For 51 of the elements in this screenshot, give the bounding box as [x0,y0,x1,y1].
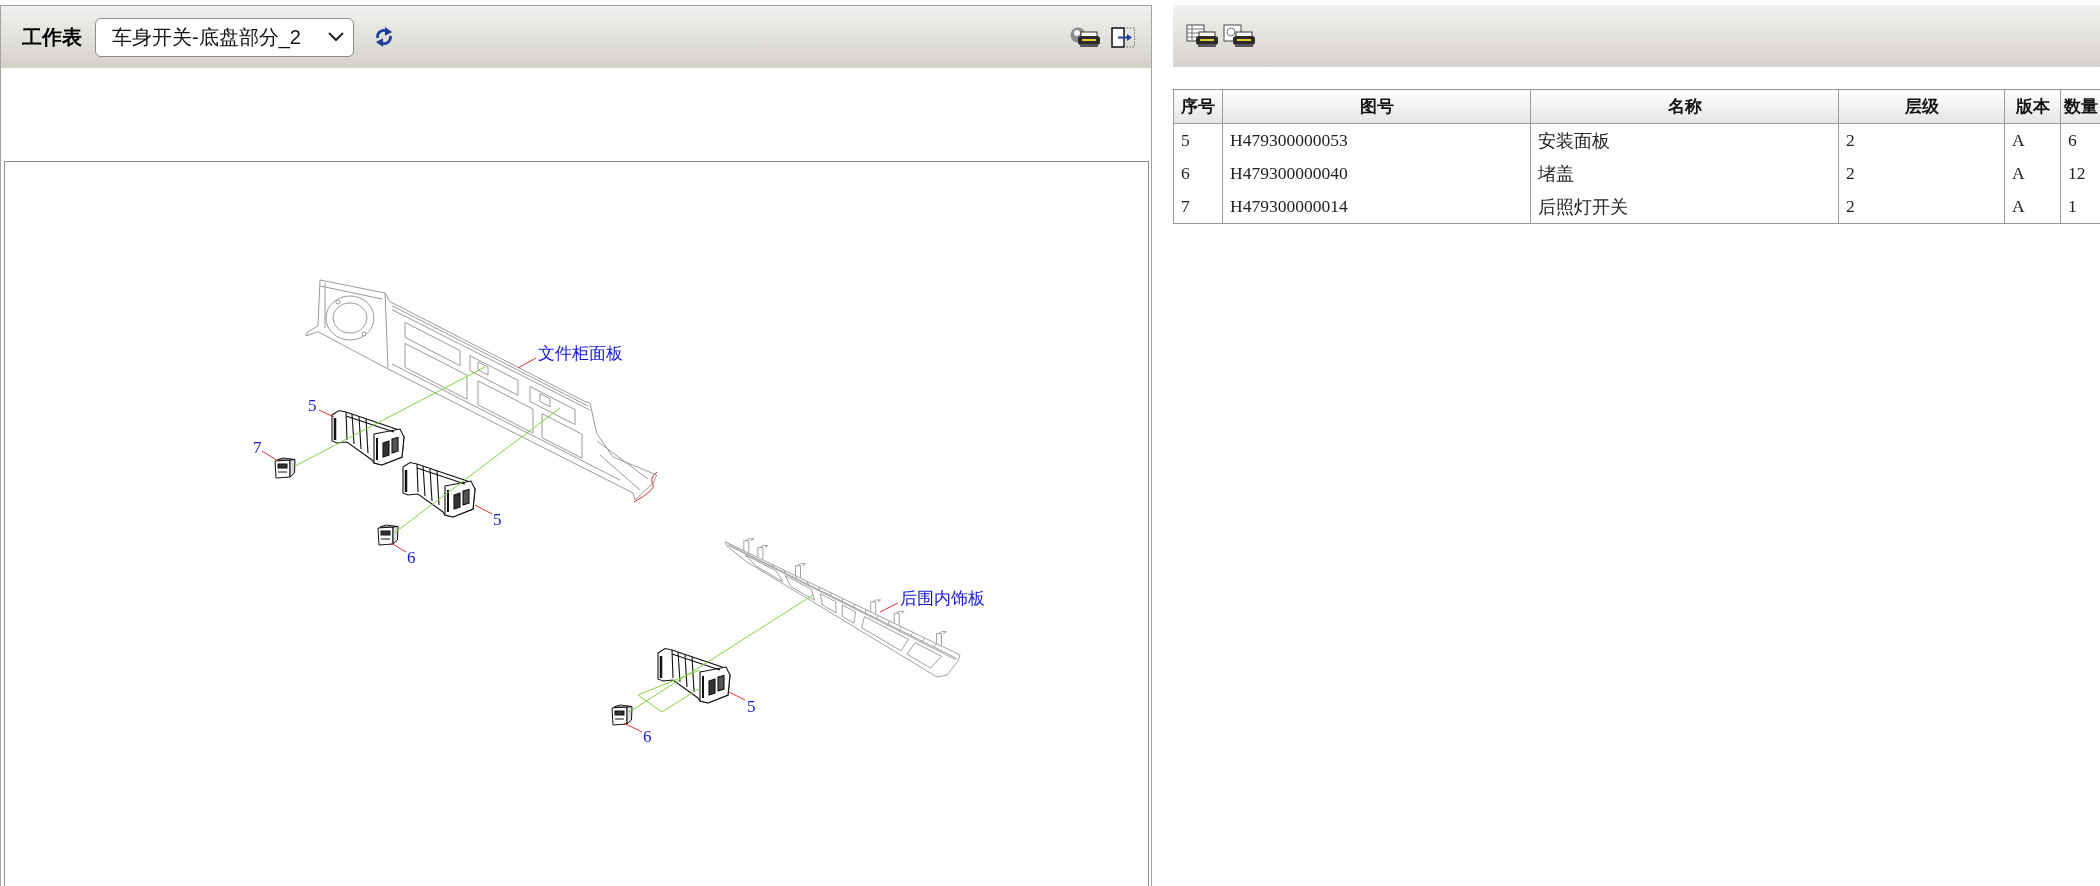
table-cell: 后照灯开关 [1530,190,1839,224]
column-header: 图号 [1222,89,1531,124]
leader-line [728,691,746,701]
table-cell: 6 [2060,123,2100,157]
table-cell: 5 [1173,123,1223,157]
leader-line [318,409,335,418]
table-cell: H479300000040 [1222,157,1531,190]
leader-line [879,602,899,613]
part-label: 后围内饰板 [900,589,985,608]
callout-number: 7 [253,438,262,457]
leader-line [623,722,643,733]
callout-number: 6 [643,727,652,746]
toolbar-title: 工作表 [22,24,82,50]
table-cell: 12 [2060,157,2100,190]
callout-number: 5 [493,510,502,529]
switch-drawing [377,524,399,546]
table-cell: 2 [1838,123,2005,157]
callout-number: 5 [308,396,317,415]
column-header: 序号 [1173,89,1223,124]
table-cell: A [2004,123,2061,157]
column-header: 数量 [2060,89,2100,124]
page-printer-icon[interactable] [1223,24,1256,48]
table-cell: 堵盖 [1530,157,1839,190]
leader-line [517,357,537,369]
switch-drawing [611,704,633,726]
leader-line [474,504,493,515]
refresh-icon[interactable] [374,26,394,48]
switch-drawing [274,457,296,479]
table-cell: A [2004,157,2061,190]
sheet-select[interactable]: 车身开关-底盘部分_2 [95,17,354,57]
table-cell: 1 [2060,190,2100,224]
table-cell: 7 [1173,190,1223,224]
page-arrow-icon[interactable] [1111,26,1136,48]
table-cell: 2 [1838,190,2005,224]
column-header: 版本 [2004,89,2061,124]
disc-printer-icon[interactable] [1069,26,1101,48]
column-header: 名称 [1530,89,1839,124]
table-cell: 6 [1173,157,1223,190]
table-cell: A [2004,190,2061,224]
leader-line [390,542,407,553]
column-header: 层级 [1838,89,2005,124]
callout-number: 5 [747,697,756,716]
part-label: 文件柜面板 [538,344,623,363]
leader-line [261,450,279,462]
chevron-down-icon [328,32,344,42]
table-printer-icon[interactable] [1186,24,1219,48]
table-cell: H479300000053 [1222,123,1531,157]
table-cell: 2 [1838,157,2005,190]
table-cell: 安装面板 [1530,123,1839,157]
callout-number: 6 [407,548,416,567]
table-cell: H479300000014 [1222,190,1531,224]
